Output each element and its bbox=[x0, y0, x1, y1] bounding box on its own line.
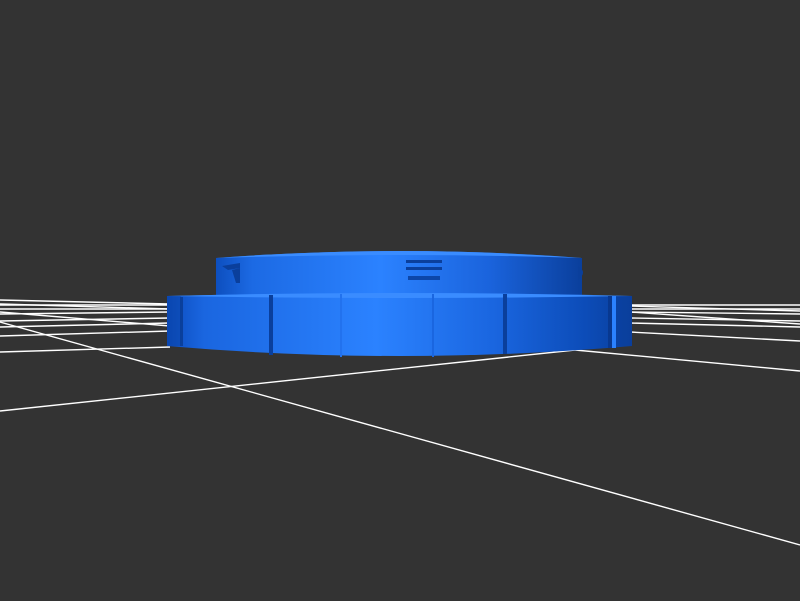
ring-seam bbox=[432, 294, 434, 357]
3d-model[interactable] bbox=[167, 251, 632, 357]
grid-line bbox=[574, 349, 800, 372]
lower-ring bbox=[167, 293, 632, 356]
ring-seam bbox=[612, 296, 616, 348]
3d-viewport[interactable] bbox=[0, 0, 800, 601]
grid-line bbox=[0, 346, 171, 353]
grid-line bbox=[0, 299, 171, 305]
grid-line bbox=[629, 322, 800, 328]
ring-seam bbox=[340, 294, 342, 357]
upper-ring-slot bbox=[406, 260, 442, 263]
ring-seam bbox=[503, 294, 507, 354]
upper-ring-slot bbox=[408, 276, 440, 280]
upper-ring-slot bbox=[406, 267, 442, 270]
grid-line bbox=[0, 330, 171, 337]
grid-line bbox=[629, 331, 800, 342]
ring-seam bbox=[269, 295, 273, 355]
upper-ring bbox=[216, 251, 582, 296]
viewport-canvas[interactable] bbox=[0, 0, 800, 601]
